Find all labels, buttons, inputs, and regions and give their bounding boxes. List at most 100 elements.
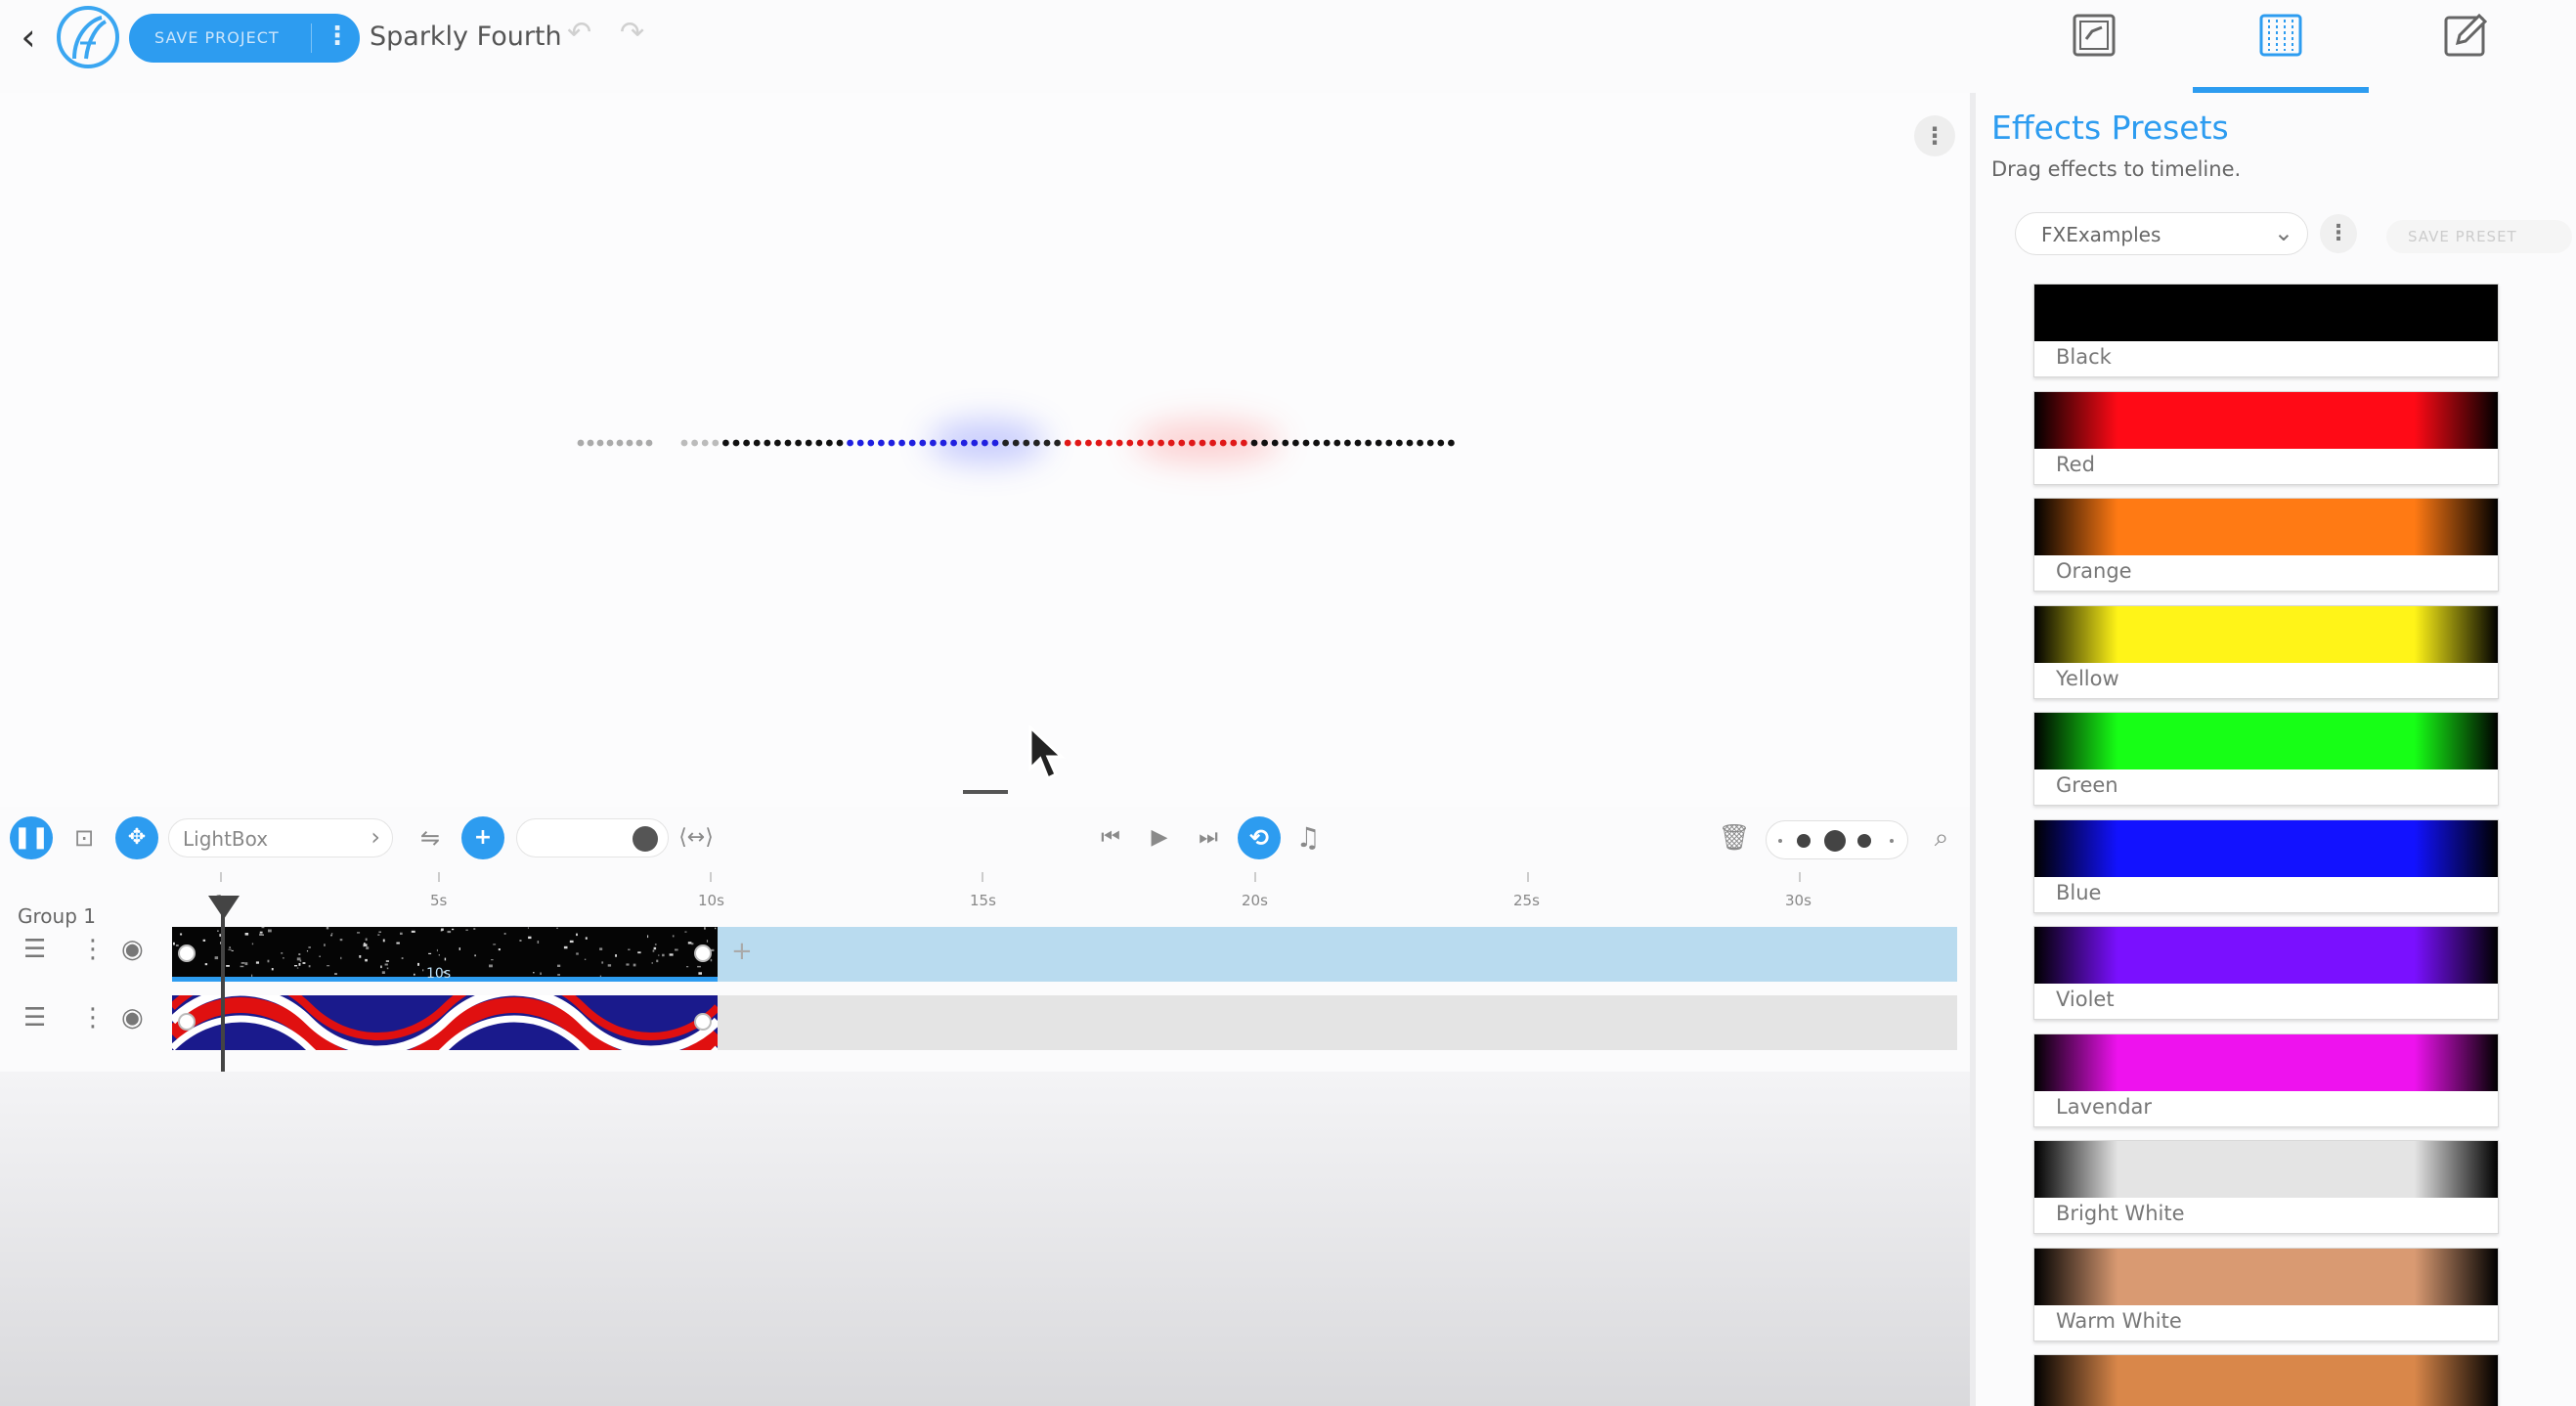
preset-swatch[interactable] bbox=[2033, 1354, 2499, 1406]
vertical-dots-icon[interactable]: ⋮ bbox=[80, 935, 106, 964]
pause-icon[interactable]: ❚❚ bbox=[10, 816, 53, 859]
align-icon[interactable]: ⇋ bbox=[411, 818, 450, 857]
led-dot bbox=[971, 439, 979, 447]
sparkle-dot bbox=[385, 960, 389, 962]
sparkle-dot bbox=[686, 966, 689, 968]
step-forward-icon[interactable]: ⏭ bbox=[1189, 818, 1228, 857]
device-select[interactable]: LightBox › bbox=[168, 818, 393, 857]
trash-icon[interactable]: 🗑 bbox=[1715, 818, 1754, 857]
sparkle-dot bbox=[180, 933, 183, 936]
sparkle-dot bbox=[652, 949, 655, 952]
sparkle-dot bbox=[330, 933, 333, 935]
sparkle-dot bbox=[271, 968, 274, 971]
preset-swatch[interactable]: Green bbox=[2033, 712, 2499, 806]
slider-knob[interactable] bbox=[633, 826, 658, 852]
clip-handle-right[interactable] bbox=[694, 1013, 712, 1031]
plus-icon[interactable]: + bbox=[461, 816, 504, 859]
zoom-icon[interactable]: ⌕ bbox=[1922, 818, 1961, 857]
tab-edit[interactable] bbox=[2378, 0, 2554, 93]
ruler-label: 30s bbox=[1785, 892, 1812, 909]
hamburger-icon[interactable]: ☰ bbox=[23, 935, 46, 964]
eye-icon[interactable]: ◉ bbox=[121, 1003, 144, 1033]
vertical-dots-icon[interactable]: ⋮ bbox=[1914, 115, 1955, 156]
preset-swatch[interactable]: Lavendar bbox=[2033, 1033, 2499, 1127]
led-dot bbox=[1375, 439, 1382, 447]
step-back-icon[interactable]: ⏮ bbox=[1091, 818, 1130, 857]
timeline-empty-area bbox=[0, 1072, 1970, 1406]
sparkle-dot bbox=[298, 963, 301, 966]
preset-swatch[interactable]: Yellow bbox=[2033, 605, 2499, 699]
sparkle-dot bbox=[217, 930, 219, 932]
zoom-slider[interactable] bbox=[1766, 820, 1908, 859]
ruler-tick bbox=[1527, 872, 1529, 882]
preset-name: Lavendar bbox=[2056, 1095, 2153, 1119]
preset-swatch[interactable]: Black bbox=[2033, 284, 2499, 377]
sparkle-dot bbox=[647, 935, 649, 939]
led-dot bbox=[722, 439, 729, 447]
sparkle-dot bbox=[244, 933, 249, 936]
led-dot bbox=[1085, 439, 1092, 447]
tab-effects[interactable] bbox=[2193, 0, 2369, 93]
sparkle-dot bbox=[628, 948, 631, 950]
sparkle-dot bbox=[438, 954, 440, 956]
sparkle-dot bbox=[231, 949, 234, 951]
ruler-tick bbox=[1799, 872, 1801, 882]
loop-icon[interactable]: ⟲ bbox=[1238, 816, 1281, 859]
project-name[interactable]: Sparkly Fourth bbox=[370, 22, 562, 52]
led-dot bbox=[1302, 439, 1310, 447]
undo-icon[interactable]: ↶ bbox=[567, 16, 591, 50]
preset-name: Orange bbox=[2056, 559, 2132, 583]
tab-board[interactable] bbox=[2006, 0, 2182, 93]
effect-clip-wave[interactable] bbox=[172, 995, 718, 1050]
clip-handle-right[interactable] bbox=[694, 945, 712, 962]
chevron-left-icon[interactable]: ‹ bbox=[14, 18, 43, 57]
preset-name: Black bbox=[2056, 345, 2112, 369]
app-logo-icon[interactable] bbox=[57, 6, 119, 68]
preset-name: Bright White bbox=[2056, 1202, 2185, 1225]
sparkle-dot bbox=[202, 939, 206, 942]
sparkle-dot bbox=[281, 952, 284, 954]
led-dot bbox=[645, 439, 653, 447]
sparkle-dot bbox=[540, 972, 542, 975]
preset-swatch[interactable]: Bright White bbox=[2033, 1140, 2499, 1234]
range-icon[interactable]: ⟨↔⟩ bbox=[677, 818, 716, 857]
vertical-dots-icon[interactable]: ⋮ bbox=[325, 22, 350, 51]
plus-icon[interactable]: + bbox=[731, 937, 753, 966]
preset-select[interactable]: FXExamples ⌄ bbox=[2015, 212, 2308, 255]
sparkle-dot bbox=[447, 930, 452, 934]
preset-swatch[interactable]: Blue bbox=[2033, 819, 2499, 913]
sparkle-dot bbox=[204, 963, 208, 966]
fit-screen-icon[interactable]: ⊡ bbox=[65, 818, 104, 857]
music-note-icon[interactable]: ♫ bbox=[1288, 818, 1328, 857]
redo-icon[interactable]: ↷ bbox=[620, 16, 644, 50]
sparkle-dot bbox=[366, 946, 370, 949]
led-dot bbox=[1417, 439, 1423, 447]
sparkle-dot bbox=[626, 963, 630, 966]
sparkle-dot bbox=[653, 946, 657, 950]
sparkle-dot bbox=[537, 941, 540, 944]
move-icon[interactable]: ✥ bbox=[115, 816, 158, 859]
play-icon[interactable]: ▶ bbox=[1140, 818, 1179, 857]
speed-slider[interactable] bbox=[516, 818, 669, 857]
hamburger-icon[interactable]: ☰ bbox=[23, 1003, 46, 1033]
save-project-button[interactable]: SAVE PROJECT ⋮ bbox=[129, 14, 360, 63]
led-dot bbox=[815, 439, 823, 447]
preset-swatch[interactable]: Violet bbox=[2033, 926, 2499, 1020]
clip-handle-left[interactable] bbox=[178, 1013, 196, 1031]
preset-swatch[interactable]: Warm White bbox=[2033, 1248, 2499, 1341]
timeline-toolbar: ❚❚ ⊡ ✥ LightBox › ⇋ + ⟨↔⟩ ⏮ ▶ ⏭ ⟲ ♫ 🗑 ⌕ bbox=[0, 807, 1970, 867]
save-preset-button[interactable]: SAVE PRESET bbox=[2386, 220, 2572, 253]
preset-swatch[interactable]: Red bbox=[2033, 391, 2499, 485]
vertical-dots-icon[interactable]: ⋮ bbox=[2320, 214, 2357, 253]
clip-handle-left[interactable] bbox=[178, 945, 196, 962]
sparkle-dot bbox=[452, 928, 455, 931]
vertical-dots-icon[interactable]: ⋮ bbox=[80, 1003, 106, 1033]
sparkle-dot bbox=[251, 943, 254, 945]
led-dot bbox=[1365, 439, 1372, 447]
eye-icon[interactable]: ◉ bbox=[121, 935, 144, 964]
sparkle-dot bbox=[533, 972, 535, 974]
sparkle-dot bbox=[259, 933, 263, 936]
sparkle-dot bbox=[557, 964, 561, 967]
preset-swatch[interactable]: Orange bbox=[2033, 498, 2499, 592]
led-dot bbox=[1344, 439, 1351, 447]
